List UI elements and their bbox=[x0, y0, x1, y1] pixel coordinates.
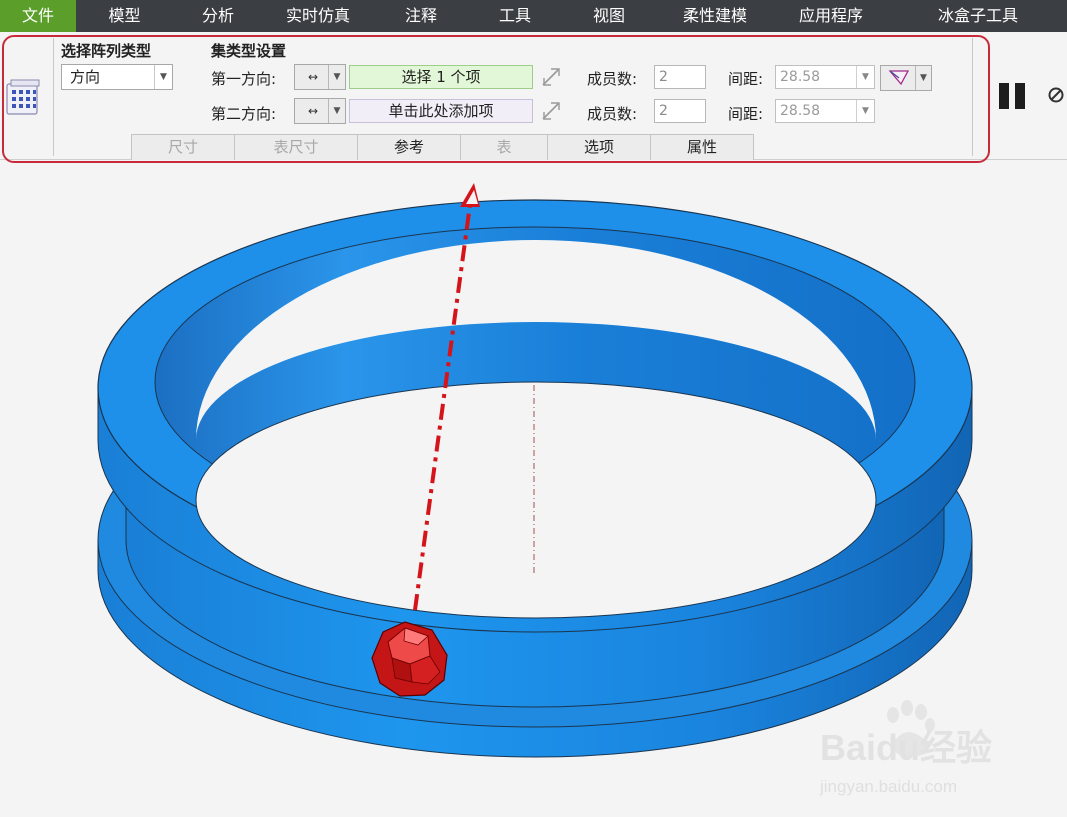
separator bbox=[53, 38, 54, 156]
menu-model[interactable]: 模型 bbox=[76, 0, 173, 32]
second-direction-label: 第二方向: bbox=[211, 105, 277, 123]
first-spacing-value: 28.58 bbox=[780, 69, 821, 85]
set-settings-title: 集类型设置 bbox=[211, 42, 287, 60]
first-spacing-input[interactable]: 28.58 ▼ bbox=[775, 65, 875, 89]
menu-analysis[interactable]: 分析 bbox=[173, 0, 263, 32]
watermark-brand: Baidu经验 bbox=[820, 727, 992, 768]
pick-direction-button[interactable]: ▼ bbox=[880, 65, 932, 91]
tab-properties[interactable]: 属性 bbox=[650, 134, 754, 160]
ring-model[interactable] bbox=[97, 199, 973, 758]
menu-file[interactable]: 文件 bbox=[0, 0, 76, 32]
chevron-down-icon: ▼ bbox=[154, 65, 172, 89]
flip-direction-icon[interactable] bbox=[540, 66, 562, 88]
tab-options[interactable]: 选项 bbox=[547, 134, 651, 160]
pattern-grid-icon bbox=[6, 79, 40, 115]
first-members-label: 成员数: bbox=[587, 70, 638, 88]
menu-view[interactable]: 视图 bbox=[561, 0, 657, 32]
menu-bar: 文件 模型 分析 实时仿真 注释 工具 视图 柔性建模 应用程序 冰盒子工具 bbox=[0, 0, 1067, 32]
watermark-url: jingyan.baidu.com bbox=[819, 777, 957, 796]
separator bbox=[972, 38, 973, 156]
tab-table-dimensions[interactable]: 表尺寸 bbox=[234, 134, 358, 160]
pick-direction-icon bbox=[888, 70, 910, 86]
chevron-down-icon: ▼ bbox=[856, 100, 874, 122]
first-direction-collector[interactable]: 选择 1 个项 bbox=[349, 65, 533, 89]
menu-flexible-modeling[interactable]: 柔性建模 bbox=[657, 0, 773, 32]
first-members-input[interactable]: 2 bbox=[654, 65, 706, 89]
pattern-type-title: 选择阵列类型 bbox=[61, 42, 152, 60]
flip-direction-icon[interactable] bbox=[540, 100, 562, 122]
second-direction-collector[interactable]: 单击此处添加项 bbox=[349, 99, 533, 123]
menu-applications[interactable]: 应用程序 bbox=[773, 0, 889, 32]
second-members-input[interactable]: 2 bbox=[654, 99, 706, 123]
second-spacing-label: 间距: bbox=[728, 105, 764, 123]
first-direction-type-button[interactable]: ↔ ▼ bbox=[294, 64, 346, 90]
pattern-type-value: 方向 bbox=[70, 68, 101, 86]
second-spacing-input[interactable]: 28.58 ▼ bbox=[775, 99, 875, 123]
menu-icebox-tools[interactable]: 冰盒子工具 bbox=[889, 0, 1067, 32]
pattern-type-select[interactable]: 方向 ▼ bbox=[61, 64, 173, 90]
cancel-icon[interactable] bbox=[1047, 86, 1065, 104]
tab-dimensions[interactable]: 尺寸 bbox=[131, 134, 235, 160]
pause-icon[interactable] bbox=[998, 82, 1028, 110]
tab-references[interactable]: 参考 bbox=[357, 134, 461, 160]
direction-arrow-icon: ↔ bbox=[307, 70, 319, 84]
chevron-down-icon: ▼ bbox=[856, 66, 874, 88]
chevron-down-icon: ▼ bbox=[328, 65, 345, 89]
first-spacing-label: 间距: bbox=[728, 70, 764, 88]
direction-arrow-icon: ↔ bbox=[307, 104, 319, 118]
first-direction-label: 第一方向: bbox=[211, 70, 277, 88]
menu-tools[interactable]: 工具 bbox=[469, 0, 561, 32]
second-direction-type-button[interactable]: ↔ ▼ bbox=[294, 98, 346, 124]
chevron-down-icon: ▼ bbox=[915, 66, 931, 90]
second-spacing-value: 28.58 bbox=[780, 103, 821, 119]
chevron-down-icon: ▼ bbox=[328, 99, 345, 123]
baidu-jingyan-watermark: Baidu经验 jingyan.baidu.com bbox=[819, 700, 992, 796]
menu-realtime-simulation[interactable]: 实时仿真 bbox=[263, 0, 373, 32]
menu-annotate[interactable]: 注释 bbox=[373, 0, 469, 32]
tab-tables[interactable]: 表 bbox=[460, 134, 548, 160]
second-members-label: 成员数: bbox=[587, 105, 638, 123]
graphics-viewport[interactable]: Baidu经验 jingyan.baidu.com bbox=[0, 160, 1067, 817]
ribbon-tabs: 尺寸 表尺寸 参考 表 选项 属性 bbox=[131, 134, 754, 160]
